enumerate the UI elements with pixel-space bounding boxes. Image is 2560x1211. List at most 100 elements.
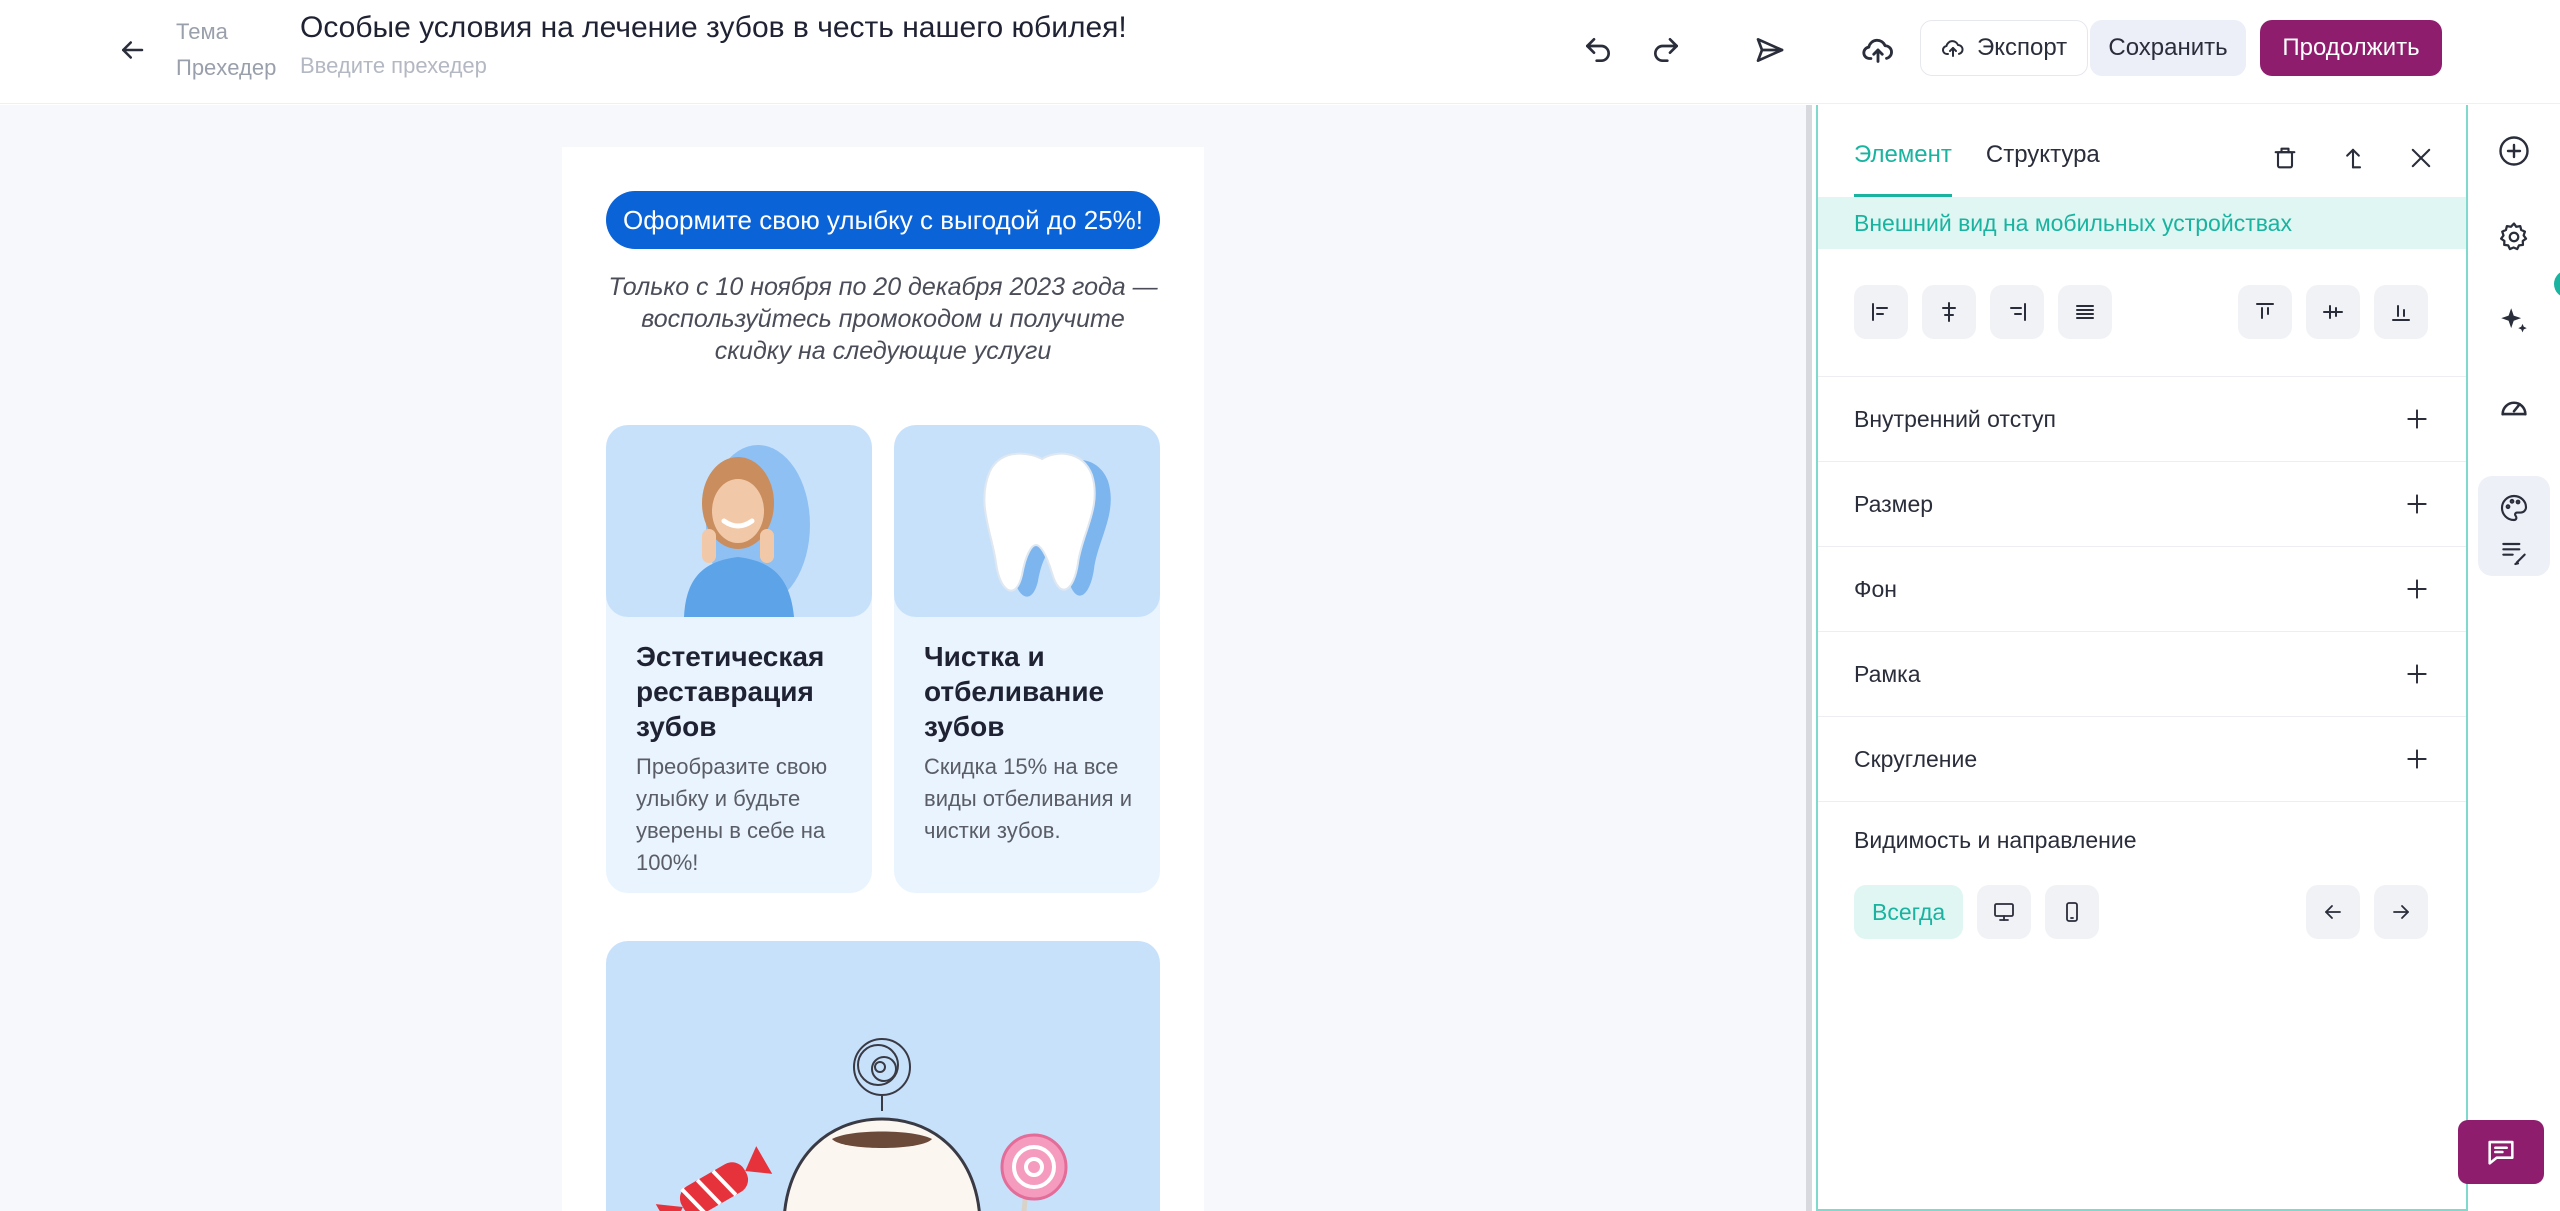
panel-tabs: Элемент Структура [1854,133,2100,197]
mobile-icon [2066,902,2079,922]
settings-button[interactable] [2488,211,2540,263]
section-padding[interactable]: Внутренний отступ [1818,376,2466,461]
section-label: Внутренний отступ [1854,405,2056,432]
delete-element-button[interactable] [2260,133,2310,183]
direction-group [2306,885,2428,939]
speedometer-icon [2501,401,2527,416]
export-button[interactable]: Экспорт [1920,20,2089,76]
visibility-always-button[interactable]: Всегда [1854,885,1964,939]
align-middle-button[interactable] [2306,285,2360,339]
preheader-label: Преxедер [176,55,277,80]
close-icon [2411,148,2431,168]
section-divider [1818,801,2466,802]
card-description: Скидка 15% на все виды отбеливания и чис… [924,754,1132,843]
align-bottom-button[interactable] [2374,285,2428,339]
select-parent-button[interactable] [2328,133,2378,183]
align-middle-icon [2323,305,2343,319]
section-border[interactable]: Рамка [1818,631,2466,716]
section-background[interactable]: Фон [1818,546,2466,631]
align-top-button[interactable] [2238,285,2292,339]
align-justify-button[interactable] [2058,285,2112,339]
performance-button[interactable] [2488,381,2540,433]
redo-button[interactable] [1640,24,1692,76]
text-edit-icon [2502,542,2526,566]
preheader-input[interactable] [300,48,900,84]
theme-label: Тема [176,19,228,44]
align-justify-icon [2076,305,2094,319]
undo-icon [1586,38,1610,62]
visibility-mobile-button[interactable] [2045,885,2100,939]
service-card[interactable]: Эстетическая реставрация зубов Преобрази… [606,425,872,893]
settings-panel: Элемент Структура Внешний вид на мобильн… [1816,105,2468,1211]
section-radius[interactable]: Скругление [1818,716,2466,801]
sad-tooth-banner-image[interactable] [606,941,1160,1211]
upload-button[interactable] [1852,24,1904,76]
save-button[interactable]: Сохранить [2090,20,2246,76]
intro-text[interactable]: Только с 10 ноября по 20 декабря 2023 го… [602,271,1164,367]
chat-icon [2488,1140,2514,1165]
back-arrow-icon [122,41,144,59]
tab-element[interactable]: Элемент [1854,133,1952,197]
visibility-controls: Всегда [1854,885,2428,939]
align-bottom-icon [2392,305,2410,321]
plus-circle-icon [2499,136,2529,166]
plus-icon [2407,579,2427,599]
arrow-left-icon [2325,905,2341,919]
direction-rtl-button[interactable] [2306,885,2360,939]
section-label: Рамка [1854,660,1921,687]
plus-icon [2407,494,2427,514]
align-center-icon [1942,302,1956,322]
right-rail [2468,105,2560,1211]
meta-values: Особые условия на лечение зубов в честь … [300,8,1127,84]
trash-icon [2274,147,2296,169]
smiling-woman-image [606,425,872,617]
top-bar: Тема Преxедер Особые условия на лечение … [0,0,2560,104]
design-tools-group [2478,476,2550,576]
section-label: Фон [1854,575,1897,602]
continue-button[interactable]: Продолжить [2260,20,2442,76]
align-left-icon [1872,303,1888,321]
direction-ltr-button[interactable] [2374,885,2428,939]
arrow-right-icon [2393,905,2409,919]
redo-icon [1654,38,1678,62]
mobile-appearance-notice: Внешний вид на мобильных устройствах [1818,197,2466,249]
panel-actions [2260,133,2446,183]
align-right-button[interactable] [1990,285,2044,339]
send-icon [1756,38,1784,62]
section-label: Размер [1854,490,1934,517]
ai-assistant-button[interactable] [2488,295,2540,347]
promo-pill[interactable]: Оформите свою улыбку с выгодой до 25%! [606,191,1160,249]
vertical-align-group [2238,285,2428,339]
cloud-upload-icon [1862,38,1893,63]
add-block-button[interactable] [2488,125,2540,177]
back-button[interactable] [108,26,156,74]
select-parent-icon [2346,148,2362,169]
align-center-button[interactable] [1922,285,1976,339]
gear-icon [2499,222,2528,251]
undo-button[interactable] [1572,24,1624,76]
panel-resize-handle[interactable] [1806,105,1812,1211]
visibility-desktop-button[interactable] [1977,885,2032,939]
desktop-icon [1994,903,2015,921]
service-card[interactable]: Чистка и отбеливание зубов Скидка 15% на… [894,425,1160,893]
cloud-export-icon [1942,40,1964,57]
align-right-icon [2010,303,2026,321]
text-styles-button[interactable] [2488,526,2540,578]
support-chat-button[interactable] [2458,1120,2544,1184]
palette-icon [2500,494,2528,522]
meta-labels: Тема Преxедер [176,14,276,86]
align-left-button[interactable] [1854,285,1908,339]
send-test-button[interactable] [1744,24,1796,76]
email-subject[interactable]: Особые условия на лечение зубов в честь … [300,8,1127,48]
email-preview: Оформите свою улыбку с выгодой до 25%! Т… [562,147,1204,1211]
close-panel-button[interactable] [2396,133,2446,183]
alignment-controls [1854,285,2428,339]
visibility-label: Видимость и направление [1854,827,2137,853]
card-title: Эстетическая реставрация зубов [636,641,825,742]
sparkles-icon [2501,308,2527,333]
tab-structure[interactable]: Структура [1986,133,2100,197]
section-size[interactable]: Размер [1818,461,2466,546]
align-top-icon [2256,303,2274,319]
visibility-device-group: Всегда [1854,885,2100,939]
plus-icon [2407,664,2427,684]
